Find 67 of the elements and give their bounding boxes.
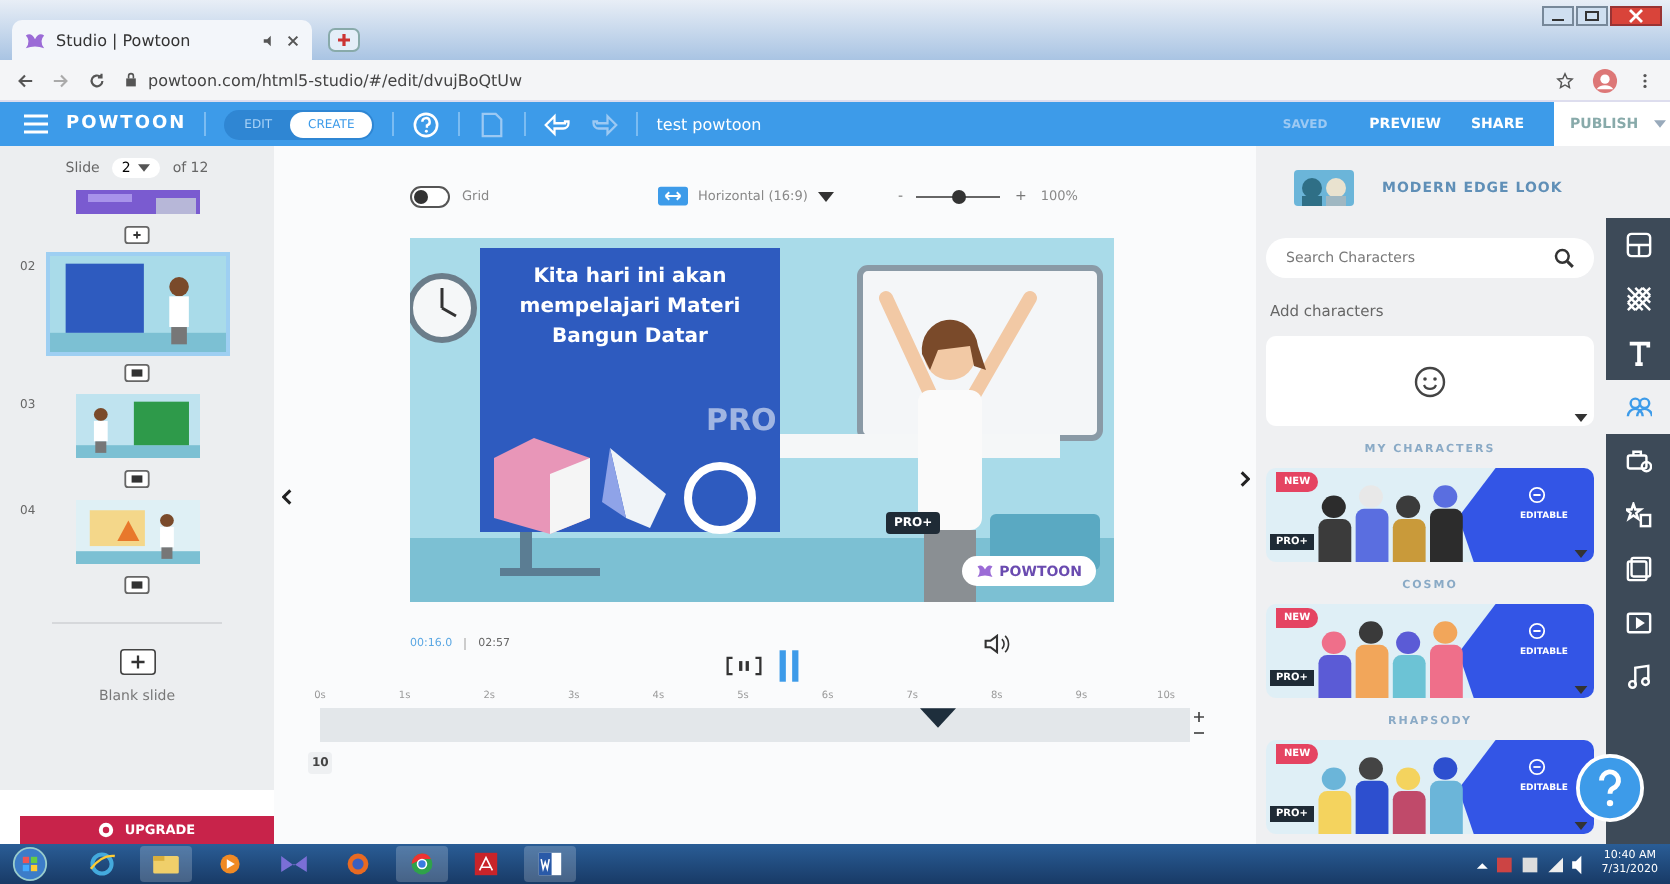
text-icon xyxy=(1625,340,1651,366)
slide-thumbnail[interactable] xyxy=(75,394,199,458)
upgrade-icon xyxy=(98,822,115,838)
project-title[interactable]: test powtoon xyxy=(656,115,762,133)
collapse-icon[interactable] xyxy=(282,488,292,506)
mute-icon[interactable] xyxy=(262,33,276,47)
tab-title: Studio | Powtoon xyxy=(56,31,193,49)
zoom-in-icon[interactable] xyxy=(1194,712,1204,722)
transition-icon[interactable] xyxy=(124,364,150,382)
edit-icon xyxy=(1528,486,1546,504)
help-button[interactable] xyxy=(1576,754,1644,822)
video-icon xyxy=(1625,610,1651,636)
slide-illustration-drawing[interactable] xyxy=(410,238,1114,602)
reload-icon[interactable] xyxy=(88,71,106,89)
smiley-icon xyxy=(1414,365,1446,397)
search-icon xyxy=(1554,248,1574,268)
menu-icon[interactable] xyxy=(24,114,48,134)
star-icon xyxy=(1625,502,1651,528)
slide-thumbnail[interactable] xyxy=(75,190,199,214)
caret-icon xyxy=(138,164,151,172)
logo-icon xyxy=(24,29,46,51)
chrome-icon[interactable] xyxy=(396,846,448,882)
grid-toggle[interactable] xyxy=(410,185,450,207)
caret-icon xyxy=(1654,120,1667,128)
slide-thumbnail[interactable] xyxy=(49,256,225,352)
transition-icon[interactable] xyxy=(124,576,150,594)
transition-icon[interactable] xyxy=(124,226,150,244)
back-icon[interactable] xyxy=(16,71,34,89)
lock-icon xyxy=(124,72,138,88)
app-logo: POWTOON xyxy=(66,114,187,134)
caret-icon xyxy=(817,191,834,201)
url-field[interactable]: powtoon.com/html5-studio/#/edit/dvujBoQtUw xyxy=(148,71,523,89)
slide-text[interactable]: Kita hari ini akan mempelajari Materi Bangun Datar xyxy=(514,262,746,352)
help-icon[interactable] xyxy=(412,111,441,137)
briefcase-icon xyxy=(1625,448,1651,474)
edit-icon xyxy=(1528,758,1546,776)
zoom-out-icon[interactable] xyxy=(1194,728,1204,738)
timeline-track[interactable] xyxy=(320,708,1190,742)
minimize-icon[interactable] xyxy=(1542,6,1574,26)
caret-icon[interactable] xyxy=(1574,414,1588,422)
maximize-icon[interactable] xyxy=(1576,6,1608,26)
expand-icon[interactable] xyxy=(1240,470,1250,488)
pause-icon[interactable] xyxy=(777,650,799,682)
slide-thumbnail[interactable] xyxy=(75,500,199,564)
aspect-ratio-icon xyxy=(658,186,688,206)
transition-icon[interactable] xyxy=(124,470,150,488)
add-slide-icon[interactable] xyxy=(119,648,155,676)
start-button[interactable] xyxy=(12,846,48,882)
music-icon xyxy=(1625,664,1651,690)
watermark: PRO xyxy=(706,402,777,438)
avatar-icon[interactable] xyxy=(1592,67,1618,93)
word-icon[interactable] xyxy=(524,846,576,882)
volume-icon[interactable] xyxy=(984,634,1010,654)
play-frame-icon[interactable] xyxy=(725,656,761,676)
edit-icon xyxy=(1528,622,1546,640)
close-icon[interactable] xyxy=(286,33,300,47)
star-icon[interactable] xyxy=(1556,71,1574,89)
pattern-icon xyxy=(1625,286,1651,312)
layout-icon xyxy=(1625,232,1651,258)
layers-icon xyxy=(1625,556,1651,582)
folder-icon[interactable] xyxy=(140,846,192,882)
undo-icon[interactable] xyxy=(544,111,573,137)
new-tab-icon[interactable] xyxy=(328,28,360,52)
people-icon xyxy=(1625,394,1651,420)
close-icon[interactable] xyxy=(1610,6,1662,26)
playhead[interactable] xyxy=(919,708,956,728)
browser-tab[interactable]: Studio | Powtoon xyxy=(12,20,312,60)
